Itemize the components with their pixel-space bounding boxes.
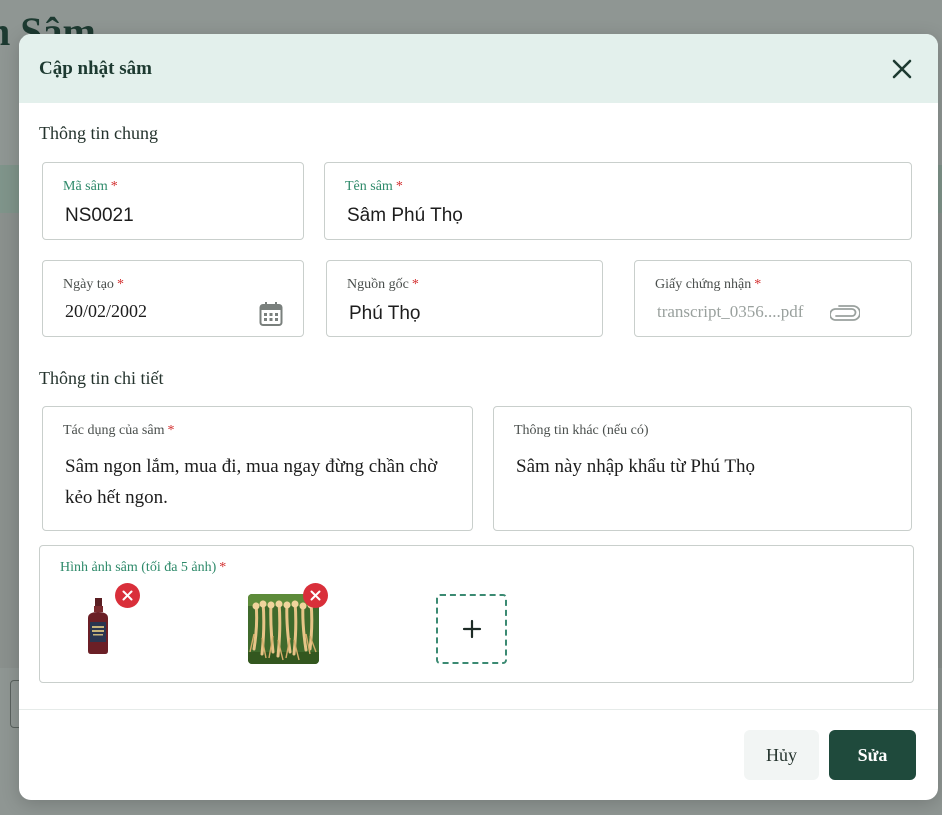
name-field[interactable]: Tên sâm * Sâm Phú Thọ bbox=[324, 162, 912, 240]
certificate-label: Giấy chứng nhận * bbox=[655, 277, 762, 292]
other-info-value: Sâm này nhập khẩu từ Phú Thọ bbox=[516, 456, 755, 477]
bottle-image[interactable] bbox=[80, 596, 116, 656]
effects-field[interactable]: Tác dụng của sâm * Sâm ngon lắm, mua đi, … bbox=[42, 406, 473, 531]
effects-value: Sâm ngon lắm, mua đi, mua ngay đừng chần… bbox=[65, 456, 438, 508]
created-date-value: 20/02/2002 bbox=[65, 301, 148, 321]
remove-bottle-image-button[interactable] bbox=[115, 583, 140, 608]
footer-divider bbox=[19, 709, 938, 710]
code-value: NS0021 bbox=[65, 205, 134, 226]
remove-ginseng-image-button[interactable] bbox=[303, 583, 328, 608]
code-label: Mã sâm * bbox=[63, 179, 118, 194]
cancel-button[interactable]: Hủy bbox=[744, 730, 819, 780]
paperclip-icon[interactable] bbox=[829, 301, 861, 325]
name-label: Tên sâm * bbox=[345, 179, 403, 194]
origin-label: Nguồn gốc * bbox=[347, 277, 419, 292]
created-date-label: Ngày tạo * bbox=[63, 277, 124, 292]
plus-icon bbox=[462, 619, 481, 639]
modal-title: Cập nhật sâm bbox=[39, 57, 152, 79]
effects-label: Tác dụng của sâm * bbox=[63, 423, 175, 438]
other-info-field[interactable]: Thông tin khác (nếu có) Sâm này nhập khẩ… bbox=[493, 406, 912, 531]
code-field[interactable]: Mã sâm * NS0021 bbox=[42, 162, 304, 240]
certificate-field[interactable]: Giấy chứng nhận * transcript_0356....pdf bbox=[634, 260, 912, 337]
save-button[interactable]: Sửa bbox=[829, 730, 916, 780]
close-icon[interactable] bbox=[888, 55, 916, 83]
created-date-field[interactable]: Ngày tạo * 20/02/2002 bbox=[42, 260, 304, 337]
detail-info-heading: Thông tin chi tiết bbox=[39, 368, 164, 388]
calendar-icon[interactable] bbox=[258, 300, 284, 328]
images-field: Hình ảnh sâm (tối đa 5 ảnh) * bbox=[39, 545, 914, 683]
certificate-value: transcript_0356....pdf bbox=[657, 302, 804, 321]
name-value: Sâm Phú Thọ bbox=[347, 205, 463, 226]
add-image-button[interactable] bbox=[436, 594, 507, 664]
modal-header: Cập nhật sâm bbox=[19, 34, 938, 103]
images-label: Hình ảnh sâm (tối đa 5 ảnh) * bbox=[60, 560, 227, 575]
origin-value: Phú Thọ bbox=[349, 303, 421, 324]
update-ginseng-modal: Cập nhật sâm Thông tin chung Mã sâm * NS0… bbox=[19, 34, 938, 800]
origin-field[interactable]: Nguồn gốc * Phú Thọ bbox=[326, 260, 603, 337]
other-info-label: Thông tin khác (nếu có) bbox=[514, 423, 649, 438]
general-info-heading: Thông tin chung bbox=[39, 123, 158, 143]
